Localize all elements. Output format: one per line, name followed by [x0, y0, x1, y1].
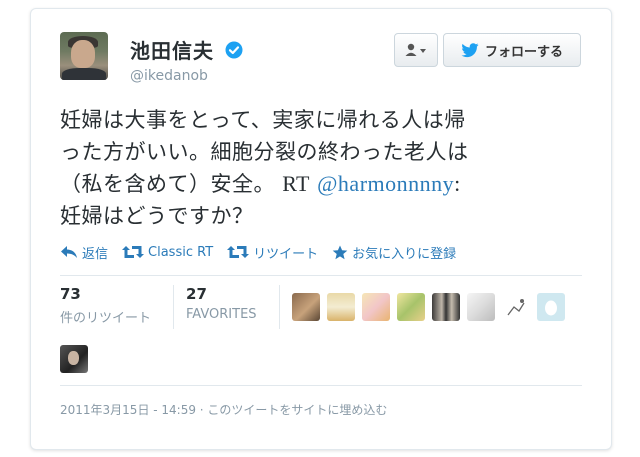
tweet-text-line: った方がいい。細胞分裂の終わった老人は — [60, 140, 469, 164]
retweeter-avatar[interactable] — [466, 293, 495, 321]
tweet-actions: 返信 Classic RT リツイート お気に入りに登録 — [60, 241, 470, 263]
follow-button[interactable]: フォローする — [443, 33, 581, 67]
tweet-card: 池田信夫 @ikedanob フォローする 妊婦は大事をとって、実家に帰れる人は… — [30, 8, 612, 450]
favorites-label: FAVORITES — [186, 307, 257, 322]
divider — [60, 385, 582, 386]
retweeter-avatar[interactable] — [431, 293, 460, 321]
rt-marker: RT — [282, 171, 310, 196]
retweet-icon — [227, 246, 250, 258]
tweet-timestamp[interactable]: 2011年3月15日 - 14:59 · このツイートをサイトに埋め込む — [60, 401, 387, 418]
reply-action[interactable]: 返信 — [60, 243, 108, 262]
divider — [60, 275, 582, 276]
favorite-label: お気に入りに登録 — [352, 246, 457, 262]
display-name[interactable]: 池田信夫 — [130, 35, 214, 64]
egg-avatar-icon — [544, 300, 557, 316]
reply-icon — [61, 246, 77, 258]
user-dropdown-icon — [405, 43, 426, 56]
tweet-text-segment: （私を含めて）安全。 — [60, 172, 275, 196]
retweeter-avatar[interactable] — [361, 293, 390, 321]
tweet-text-line: （私を含めて）安全。 RT @harmonnnny: — [60, 168, 590, 200]
retweeter-avatar[interactable] — [501, 293, 530, 321]
tweet-text: 妊婦は大事をとって、実家に帰れる人は帰 った方がいい。細胞分裂の終わった老人は … — [60, 104, 590, 232]
tweet-text-line: 妊婦はどうですか？ — [60, 204, 254, 228]
retweet-label: リツイート — [253, 246, 319, 262]
retweet-action[interactable]: リツイート — [227, 243, 318, 262]
retweeter-avatars — [291, 285, 572, 329]
retweets-label: 件のリツイート — [60, 311, 152, 326]
favorite-action[interactable]: お気に入りに登録 — [332, 243, 456, 262]
follow-button-label: フォローする — [484, 44, 563, 60]
retweets-stat[interactable]: 73 件のリツイート — [60, 285, 175, 329]
user-name-block[interactable]: 池田信夫 @ikedanob — [130, 35, 243, 84]
tweet-text-line: 妊婦は大事をとって、実家に帰れる人は帰 — [60, 108, 466, 132]
screen-name[interactable]: @ikedanob — [130, 68, 243, 84]
retweeter-avatar[interactable] — [60, 345, 88, 373]
user-avatar[interactable] — [60, 32, 108, 80]
retweeter-avatar[interactable] — [291, 293, 320, 321]
retweets-count: 73 — [60, 285, 81, 303]
mention-link[interactable]: @harmonnnny — [317, 171, 454, 196]
user-actions-button[interactable] — [394, 33, 438, 67]
retweet-icon — [122, 246, 145, 258]
retweeter-avatar[interactable] — [536, 293, 565, 321]
twitter-bird-icon — [461, 42, 479, 57]
retweeter-avatar[interactable] — [396, 293, 425, 321]
tweet-text-colon: : — [454, 171, 461, 196]
tweet-stats: 73 件のリツイート 27 FAVORITES — [60, 285, 572, 335]
reply-label: 返信 — [82, 246, 109, 262]
favorites-stat[interactable]: 27 FAVORITES — [186, 285, 280, 329]
classic-rt-action[interactable]: Classic RT — [122, 245, 213, 260]
star-icon — [332, 245, 348, 259]
favorites-count: 27 — [186, 285, 207, 303]
retweeter-avatar[interactable] — [326, 293, 355, 321]
stick-figure-icon — [507, 299, 525, 316]
classic-rt-label: Classic RT — [148, 244, 214, 260]
verified-badge-icon — [225, 41, 243, 59]
